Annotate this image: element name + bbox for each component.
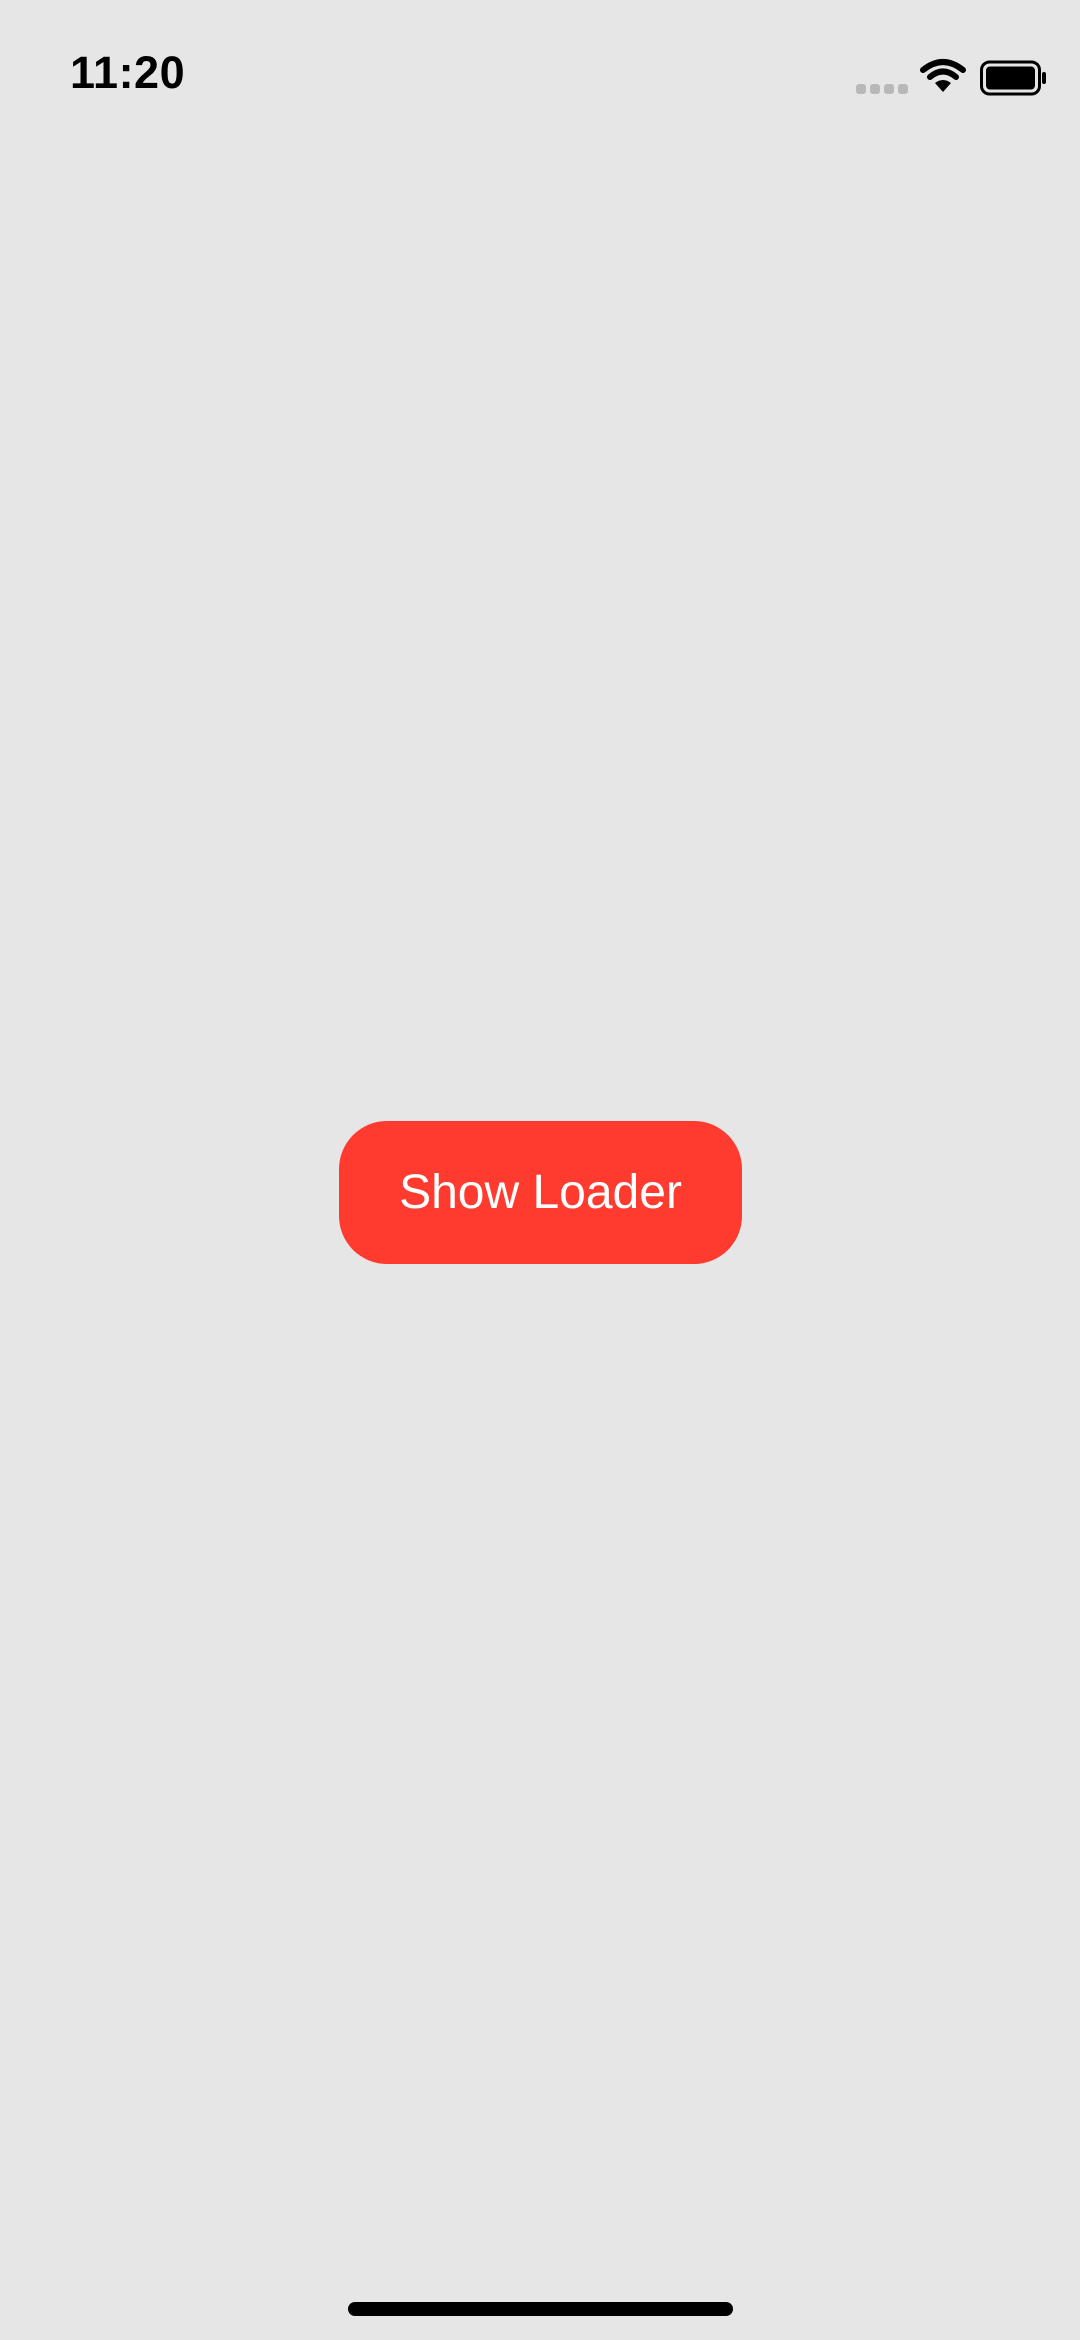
cellular-signal-icon (856, 84, 908, 96)
signal-bar-icon (898, 84, 908, 94)
battery-icon (980, 60, 1048, 96)
signal-bar-icon (884, 84, 894, 94)
signal-bar-icon (856, 84, 866, 94)
signal-bar-icon (870, 84, 880, 94)
show-loader-button[interactable]: Show Loader (339, 1121, 742, 1264)
status-time: 11:20 (70, 47, 186, 98)
status-bar: 11:20 (0, 0, 1080, 140)
main-content: Show Loader (0, 140, 1080, 2290)
app-screen: 11:20 Show Loader (0, 0, 1080, 2340)
wifi-icon (920, 58, 966, 94)
home-indicator[interactable] (348, 2302, 733, 2316)
